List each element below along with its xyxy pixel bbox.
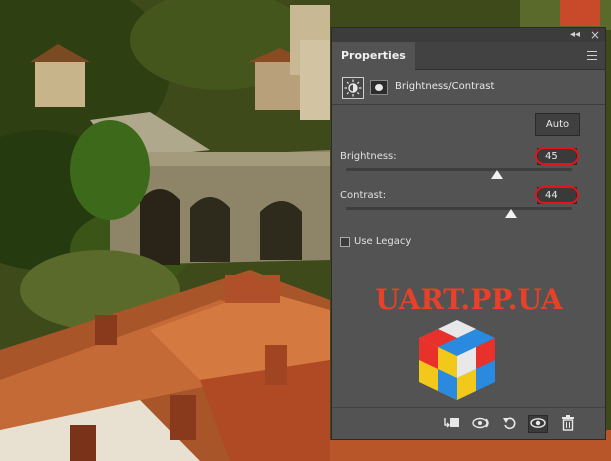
brightness-slider-track[interactable] <box>346 168 572 171</box>
adjustment-title: Brightness/Contrast <box>395 81 495 92</box>
panel-tab-bar: Properties <box>332 42 605 70</box>
reset-icon[interactable] <box>500 415 520 433</box>
adjustment-header: Brightness/Contrast <box>332 71 605 105</box>
collapse-panel-icon[interactable]: ◂◂ <box>570 28 580 42</box>
contrast-slider-thumb[interactable] <box>504 209 517 218</box>
brightness-contrast-icon[interactable] <box>342 77 364 99</box>
tab-properties[interactable]: Properties <box>332 42 415 70</box>
view-previous-state-icon[interactable] <box>472 415 492 433</box>
contrast-slider-track[interactable] <box>346 207 572 210</box>
rubiks-cube-logo <box>419 320 495 400</box>
brightness-highlight-circle <box>535 147 579 165</box>
panel-bottom-toolbar <box>332 407 605 440</box>
contrast-label: Contrast: <box>340 190 387 201</box>
auto-button[interactable]: Auto <box>535 113 580 136</box>
watermark-text: UART.PP.UA <box>375 283 563 316</box>
contrast-highlight-circle <box>535 186 579 204</box>
visibility-icon[interactable] <box>528 415 548 433</box>
panel-title-strip: ◂◂ × <box>332 28 605 42</box>
panel-menu-icon[interactable] <box>587 51 597 60</box>
use-legacy-checkbox[interactable] <box>340 237 350 247</box>
delete-icon[interactable] <box>558 415 578 433</box>
brightness-label: Brightness: <box>340 151 397 162</box>
layer-mask-icon[interactable] <box>370 80 388 95</box>
brightness-slider-thumb[interactable] <box>491 170 504 179</box>
use-legacy-label: Use Legacy <box>354 236 412 247</box>
close-panel-icon[interactable]: × <box>590 28 600 42</box>
clip-to-layer-icon[interactable] <box>442 415 462 433</box>
properties-panel: ◂◂ × Properties Brightness/Contrast Auto… <box>331 27 606 440</box>
